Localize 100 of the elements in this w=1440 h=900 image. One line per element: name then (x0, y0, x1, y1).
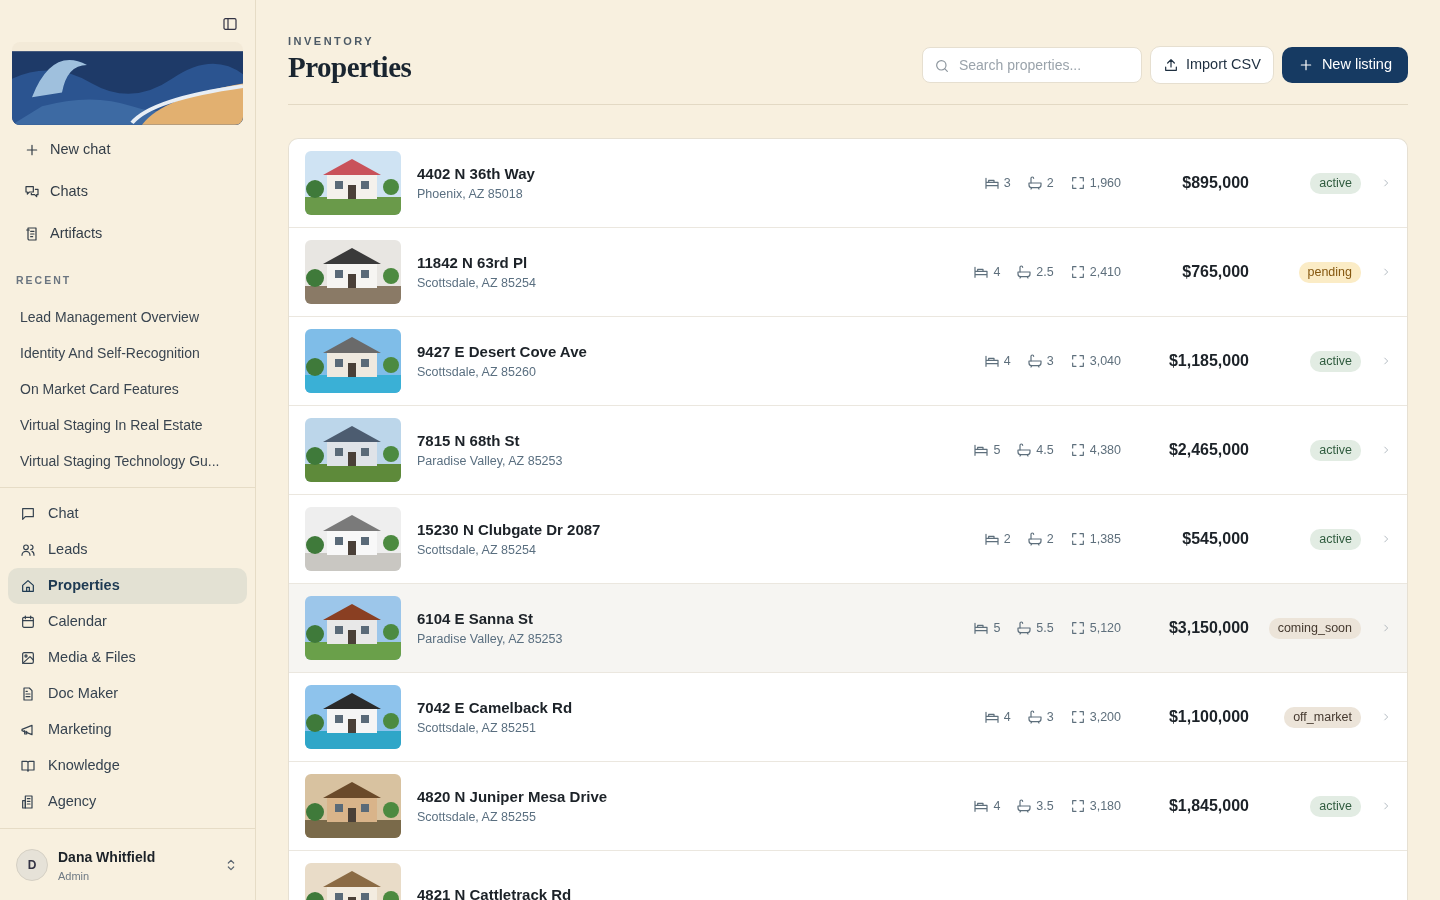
bath-count: 2.5 (1036, 263, 1054, 281)
bed-icon (973, 620, 990, 637)
bed-icon (983, 353, 1000, 370)
area-icon (1069, 798, 1086, 815)
bed-count: 5 (993, 619, 1001, 637)
search-icon (933, 58, 950, 75)
bath-count: 3 (1046, 352, 1054, 370)
property-location: Phoenix, AZ 85018 (417, 186, 524, 204)
status-tag: active (1310, 439, 1361, 461)
status-tag: pending (1298, 261, 1361, 283)
property-address: 7815 N 68th St (417, 430, 521, 451)
nav-item[interactable]: Leads (8, 531, 247, 568)
property-address: 4820 N Juniper Mesa Drive (417, 786, 609, 807)
bathtub-icon (1016, 264, 1033, 281)
bed-icon (983, 531, 1000, 548)
property-location: Scottsdale, AZ 85255 (417, 809, 537, 827)
bath-count: 4.5 (1036, 441, 1054, 459)
bed-count: 3 (1003, 174, 1011, 192)
calendar-icon (20, 613, 36, 630)
property-address: 7042 E Camelback Rd (417, 697, 574, 718)
user-role: Admin (58, 868, 91, 884)
bathtub-icon (1026, 709, 1043, 726)
property-location: Paradise Valley, AZ 85253 (417, 631, 564, 649)
recent-chat-item[interactable]: Lead Management Overview (0, 298, 199, 335)
user-avatar: D (16, 849, 48, 882)
property-address: 4402 N 36th Way (417, 163, 536, 184)
bathtub-icon (1016, 620, 1033, 637)
bathtub-icon (1026, 531, 1043, 548)
nav-item[interactable]: Properties (8, 567, 247, 604)
bed-count: 4 (993, 797, 1001, 815)
home-icon (20, 577, 36, 594)
page-eyebrow: INVENTORY (288, 34, 376, 49)
property-price: $3,150,000 (1167, 618, 1249, 639)
bed-count: 5 (993, 441, 1001, 459)
sidebar-action[interactable]: Artifacts (0, 212, 255, 255)
square-footage: 4,380 (1089, 441, 1121, 459)
upload-icon (1162, 57, 1179, 74)
status-tag: off_market (1284, 706, 1361, 728)
section-heading: RECENT (15, 272, 73, 288)
area-icon (1069, 709, 1086, 726)
status-tag: coming_soon (1268, 617, 1361, 639)
bath-count: 3.5 (1036, 797, 1054, 815)
area-icon (1069, 442, 1086, 459)
document-icon (20, 685, 36, 702)
area-icon (1069, 353, 1086, 370)
property-price: $1,100,000 (1167, 707, 1249, 728)
property-location: Scottsdale, AZ 85254 (417, 275, 537, 293)
bed-icon (983, 709, 1000, 726)
square-footage: 3,180 (1089, 797, 1121, 815)
property-price: $895,000 (1181, 173, 1249, 194)
bed-icon (973, 442, 990, 459)
nav-item[interactable]: Chat (8, 495, 247, 532)
search-field[interactable]: Search properties... (921, 47, 1142, 84)
image-icon (20, 649, 36, 666)
property-price: $1,845,000 (1167, 796, 1249, 817)
property-address: 15230 N Clubgate Dr 2087 (417, 519, 602, 540)
bath-count: 5.5 (1036, 619, 1054, 637)
nav-item[interactable]: Media & Files (8, 639, 247, 676)
recent-chat-item[interactable]: Virtual Staging In Real Estate (0, 406, 203, 443)
bed-icon (983, 175, 1000, 192)
sidebar-action[interactable]: Chats (0, 170, 255, 213)
sidebar-action[interactable]: New chat (0, 128, 255, 171)
recent-chat-item[interactable]: On Market Card Features (0, 370, 179, 407)
scroll-icon (24, 225, 40, 242)
square-footage: 1,385 (1089, 530, 1121, 548)
new-listing-button[interactable]: New listing (1281, 47, 1408, 84)
nav-item[interactable]: Calendar (8, 603, 247, 640)
status-tag: active (1310, 350, 1361, 372)
bath-count: 3 (1046, 708, 1054, 726)
area-icon (1069, 175, 1086, 192)
square-footage: 1,960 (1089, 174, 1121, 192)
bathtub-icon (1026, 353, 1043, 370)
property-address: 4821 N Cattletrack Rd (417, 885, 573, 900)
square-footage: 3,200 (1089, 708, 1121, 726)
property-address: 11842 N 63rd Pl (417, 252, 529, 273)
nav-item[interactable]: Agency (8, 783, 247, 820)
property-location: Paradise Valley, AZ 85253 (417, 453, 564, 471)
property-location: Scottsdale, AZ 85254 (417, 542, 537, 560)
recent-chat-item[interactable]: Identity And Self-Recognition (0, 334, 200, 371)
property-address: 9427 E Desert Cove Ave (417, 341, 588, 362)
bed-count: 4 (1003, 708, 1011, 726)
recent-chat-item[interactable]: Virtual Staging Technology Gu... (0, 442, 220, 479)
building-icon (20, 793, 36, 810)
square-footage: 3,040 (1089, 352, 1121, 370)
nav-item[interactable]: Marketing (8, 711, 247, 748)
status-tag: active (1310, 172, 1361, 194)
bed-count: 2 (1003, 530, 1011, 548)
nav-item[interactable]: Doc Maker (8, 675, 247, 712)
import-csv-button[interactable]: Import CSV (1149, 46, 1274, 85)
bed-icon (973, 798, 990, 815)
area-icon (1069, 531, 1086, 548)
bathtub-icon (1026, 175, 1043, 192)
property-price: $1,185,000 (1167, 351, 1249, 372)
sidebar-panel-icon (222, 15, 238, 32)
property-location: Scottsdale, AZ 85260 (417, 364, 537, 382)
bed-count: 4 (1003, 352, 1011, 370)
people-icon (20, 541, 36, 558)
bath-count: 2 (1046, 174, 1054, 192)
nav-item[interactable]: Knowledge (8, 747, 247, 784)
status-tag: active (1310, 795, 1361, 817)
